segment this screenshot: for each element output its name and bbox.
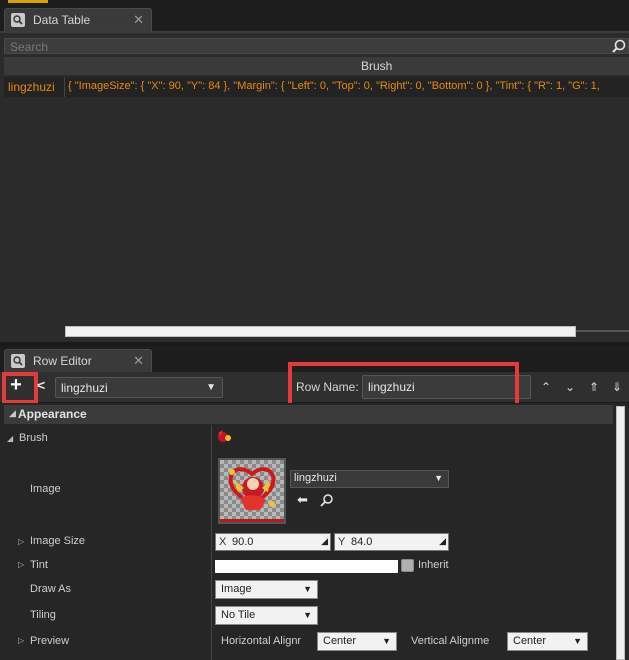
chevron-down-icon: ▼ — [573, 636, 582, 646]
magnifier-icon — [11, 354, 25, 368]
character-sprite-icon — [228, 467, 276, 511]
vertical-scrollbar[interactable] — [616, 406, 625, 660]
horizontal-alignment-label: Horizontal Alignr — [221, 635, 302, 647]
column-header-brush[interactable]: Brush — [361, 59, 392, 73]
row-name: lingzhuzi — [8, 80, 55, 94]
search-icon[interactable] — [611, 38, 627, 54]
expand-triangle-icon[interactable]: ▷ — [18, 636, 24, 645]
tab-row-editor[interactable]: Row Editor ✕ — [4, 349, 152, 372]
row-select-dropdown[interactable]: lingzhuzi ▼ — [55, 377, 223, 398]
close-icon[interactable]: ✕ — [133, 353, 144, 369]
chevron-down-icon: ▼ — [382, 636, 391, 646]
add-row-highlight — [2, 372, 38, 404]
image-size-label: Image Size — [30, 535, 86, 547]
expand-triangle-icon[interactable]: ◢ — [7, 434, 13, 443]
data-table-tabbar: Data Table ✕ — [0, 5, 629, 31]
expand-triangle-icon[interactable]: ▷ — [18, 537, 24, 546]
tiling-dropdown[interactable]: No Tile ▼ — [215, 606, 318, 625]
browse-search-icon[interactable] — [320, 493, 334, 507]
chevron-down-icon: ▼ — [303, 610, 312, 620]
brush-label: Brush — [19, 432, 48, 444]
tab-data-table[interactable]: Data Table ✕ — [4, 8, 152, 31]
horizontal-alignment-value: Center — [323, 635, 357, 647]
column-divider — [64, 77, 65, 97]
table-header: Brush — [4, 57, 629, 75]
drag-handle-icon[interactable]: ◢ — [321, 536, 328, 547]
y-axis-label: Y — [338, 536, 346, 548]
expand-triangle-icon: ◢ — [9, 408, 16, 418]
image-asset-value: lingzhuzi — [294, 472, 337, 484]
table-row[interactable]: lingzhuzi { "ImageSize": { "X": 90, "Y":… — [4, 77, 629, 97]
inherit-label: Inherit — [418, 559, 449, 571]
x-axis-label: X — [219, 536, 227, 548]
tiling-value: No Tile — [221, 609, 256, 621]
horizontal-scrollbar[interactable] — [65, 326, 576, 337]
drag-handle-icon[interactable]: ◢ — [439, 536, 446, 547]
use-selected-arrow-icon[interactable]: ⬅ — [297, 492, 308, 508]
move-bottom-icon[interactable]: ⇓ — [608, 378, 626, 396]
tab-label: Data Table — [33, 13, 91, 27]
chevron-down-icon: ▼ — [303, 584, 312, 594]
move-up-icon[interactable]: ⌃ — [537, 378, 555, 396]
row-value: { "ImageSize": { "X": 90, "Y": 84 }, "Ma… — [68, 80, 600, 92]
vertical-alignment-label: Vertical Alignme — [411, 635, 490, 647]
scrollbar-track — [576, 330, 629, 332]
inherit-checkbox[interactable] — [401, 559, 414, 572]
row-select-value: lingzhuzi — [61, 381, 108, 395]
top-accent — [8, 0, 48, 3]
close-icon[interactable]: ✕ — [133, 12, 144, 28]
move-top-icon[interactable]: ⇑ — [585, 378, 603, 396]
chevron-down-icon: ▼ — [206, 382, 216, 393]
move-down-icon[interactable]: ⌄ — [561, 378, 579, 396]
brush-preview-icon — [218, 430, 231, 442]
image-asset-dropdown[interactable]: lingzhuzi ▼ — [290, 470, 449, 488]
properties-panel: ◢ Appearance ◢ Brush Image lingzhuzi ▼ ⬅ — [0, 403, 629, 660]
search-input[interactable]: Search — [4, 38, 629, 54]
column-divider — [211, 425, 212, 660]
vertical-alignment-value: Center — [513, 635, 547, 647]
draw-as-label: Draw As — [30, 583, 71, 595]
image-underline — [220, 519, 284, 522]
expand-triangle-icon[interactable]: ▷ — [18, 560, 24, 569]
vertical-alignment-dropdown[interactable]: Center ▼ — [507, 632, 588, 651]
tint-label: Tint — [30, 559, 48, 571]
tint-color-swatch[interactable] — [215, 560, 398, 573]
draw-as-value: Image — [221, 583, 252, 595]
magnifier-icon — [11, 13, 25, 27]
image-size-y-value: 84.0 — [351, 536, 373, 548]
image-size-x-field[interactable]: X 90.0 ◢ — [215, 533, 331, 551]
search-placeholder: Search — [10, 40, 49, 54]
back-icon[interactable]: < — [37, 377, 45, 393]
tiling-label: Tiling — [30, 609, 56, 621]
tab-label: Row Editor — [33, 354, 92, 368]
data-table-panel: Search Brush lingzhuzi { "ImageSize": { … — [0, 31, 629, 342]
horizontal-alignment-dropdown[interactable]: Center ▼ — [317, 632, 397, 651]
image-label: Image — [30, 483, 61, 495]
appearance-section-header[interactable]: ◢ Appearance — [4, 405, 613, 424]
image-thumbnail[interactable] — [218, 458, 286, 524]
image-size-x-value: 90.0 — [232, 536, 254, 548]
preview-label: Preview — [30, 635, 70, 647]
section-title: Appearance — [18, 407, 87, 421]
image-size-y-field[interactable]: Y 84.0 ◢ — [334, 533, 449, 551]
chevron-down-icon: ▼ — [434, 473, 443, 483]
draw-as-dropdown[interactable]: Image ▼ — [215, 580, 318, 599]
row-editor-toolbar: + < lingzhuzi ▼ Row Name: lingzhuzi ⌃ ⌄ … — [0, 362, 629, 416]
